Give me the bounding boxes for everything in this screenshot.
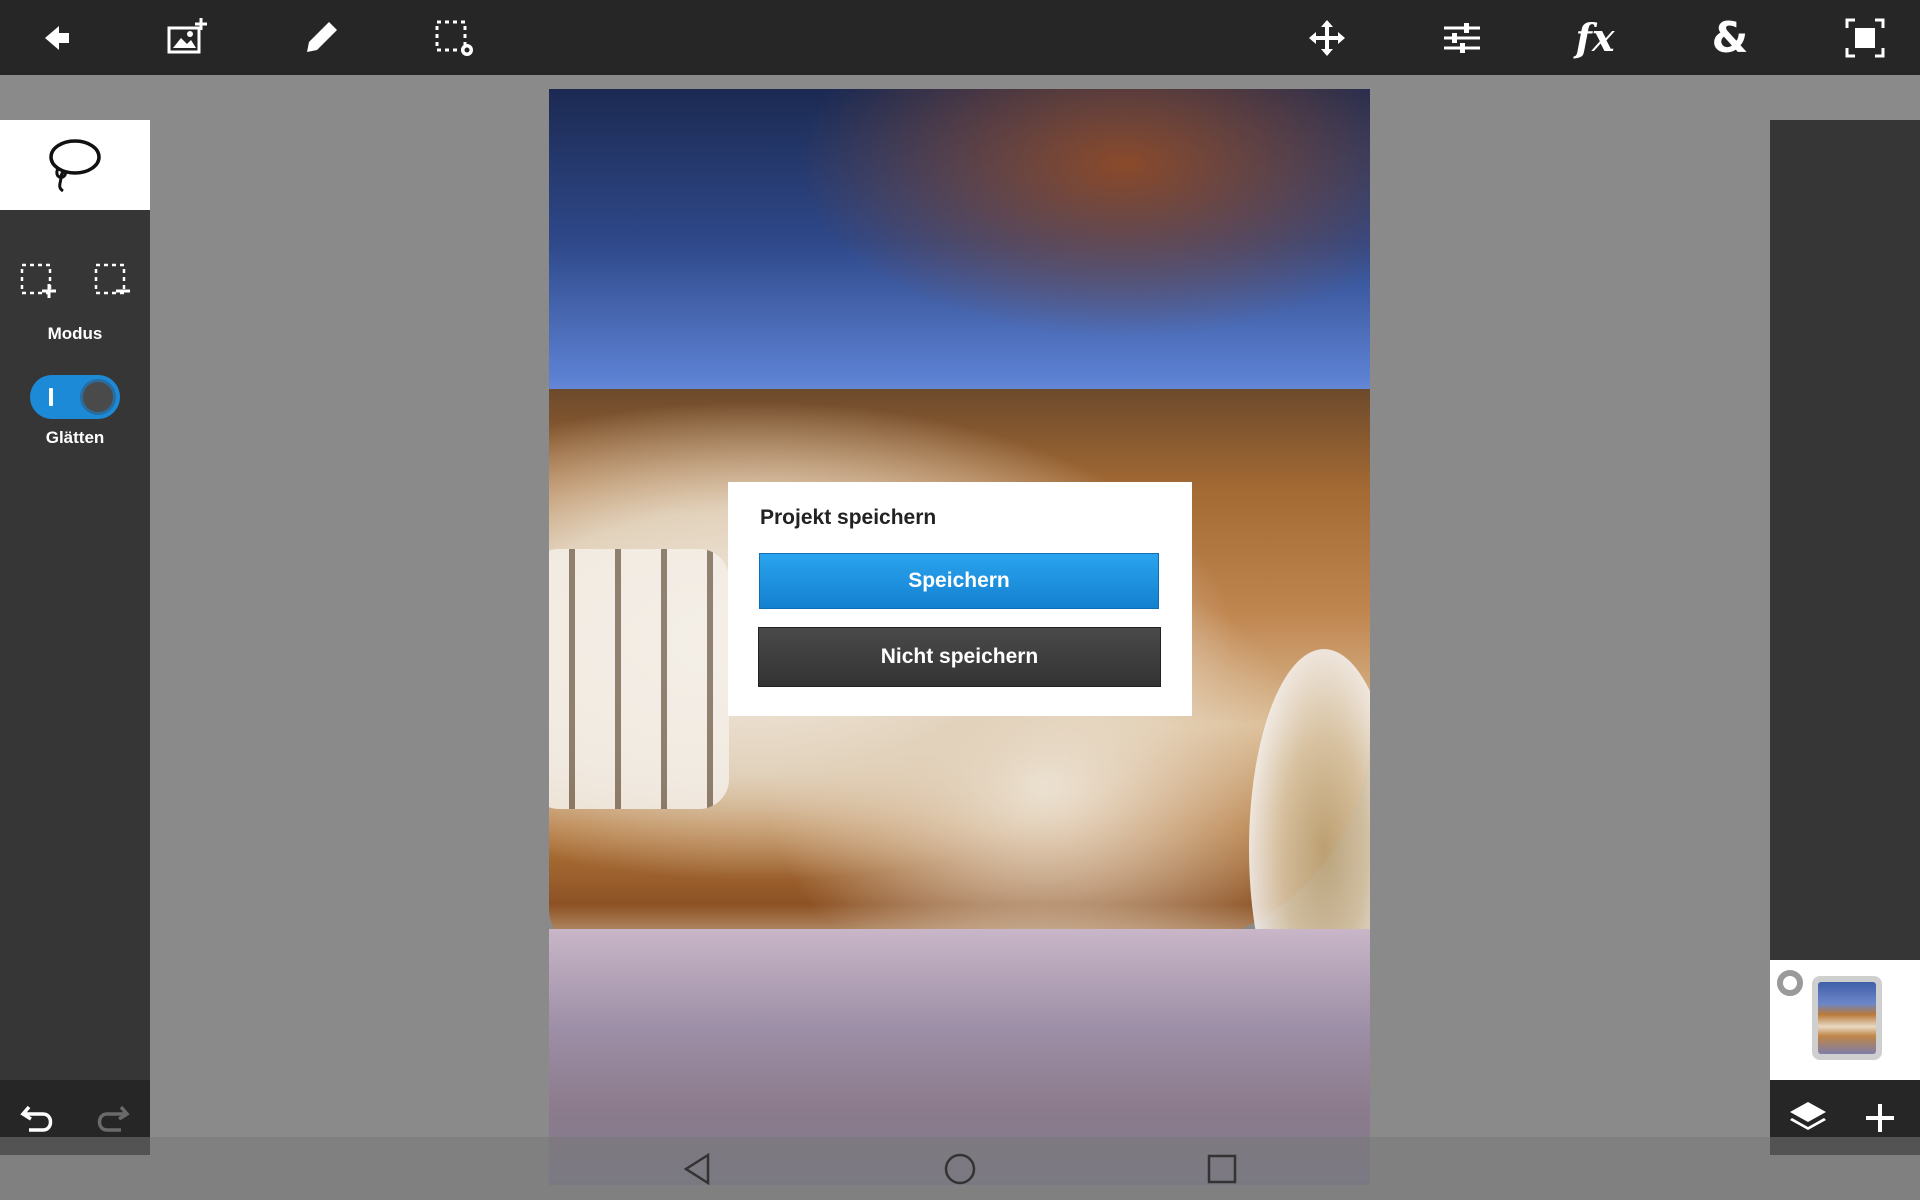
blend-icon: & — [1711, 13, 1749, 62]
move-button[interactable] — [1272, 0, 1382, 75]
fx-button[interactable]: fx — [1540, 0, 1650, 75]
brush-icon — [307, 21, 337, 52]
add-selection-icon — [20, 263, 56, 298]
nav-recents-button[interactable] — [1192, 1147, 1252, 1191]
add-selection-button[interactable] — [14, 255, 64, 305]
back-button[interactable] — [0, 0, 110, 75]
nav-home-button[interactable] — [930, 1147, 990, 1191]
system-navigation-bar — [0, 1137, 1920, 1200]
crop-button[interactable] — [1810, 0, 1920, 75]
plus-icon — [1866, 1104, 1894, 1132]
redo-icon — [97, 1105, 130, 1132]
move-icon — [1309, 19, 1345, 56]
selection-settings-button[interactable] — [400, 0, 510, 75]
layer-item[interactable] — [1770, 960, 1920, 1080]
dialog-title: Projekt speichern — [760, 506, 937, 529]
recents-square-icon — [1207, 1154, 1237, 1184]
adjustments-icon — [1444, 22, 1480, 53]
add-image-button[interactable] — [132, 0, 242, 75]
top-toolbar: fx & — [0, 0, 1920, 75]
redo-button[interactable] — [88, 1094, 134, 1140]
dont-save-button[interactable]: Nicht speichern — [758, 627, 1161, 687]
blend-button[interactable]: & — [1675, 0, 1785, 75]
adjustments-button[interactable] — [1407, 0, 1517, 75]
layers-panel — [1770, 120, 1920, 1155]
nav-back-button[interactable] — [668, 1147, 728, 1191]
smooth-label: Glätten — [45, 428, 105, 447]
undo-button[interactable] — [16, 1094, 62, 1140]
layers-icon — [1790, 1102, 1826, 1130]
tool-options-panel: Modus Glätten — [0, 120, 150, 1155]
add-image-icon — [167, 17, 207, 53]
subtract-selection-icon — [94, 263, 130, 295]
crop-icon — [1845, 18, 1885, 57]
back-arrow-icon — [45, 25, 69, 50]
subtract-selection-button[interactable] — [88, 255, 138, 305]
lasso-tool-tab[interactable] — [0, 120, 150, 210]
smooth-toggle[interactable] — [30, 375, 120, 419]
layer-thumbnail — [1812, 976, 1882, 1060]
toggle-on-indicator — [49, 388, 53, 406]
save-button[interactable]: Speichern — [759, 553, 1159, 609]
canvas-grille-region — [549, 549, 729, 809]
brush-button[interactable] — [266, 0, 376, 75]
save-project-dialog: Projekt speichern Speichern Nicht speich… — [728, 482, 1192, 716]
mode-label: Modus — [47, 324, 103, 343]
mode-buttons — [0, 255, 150, 305]
fx-icon: fx — [1575, 15, 1615, 60]
back-triangle-icon — [683, 1152, 710, 1186]
layer-visibility-radio[interactable] — [1777, 970, 1803, 996]
undo-icon — [20, 1105, 53, 1132]
home-circle-icon — [944, 1153, 976, 1185]
lasso-icon — [49, 139, 101, 193]
selection-settings-icon — [435, 20, 473, 56]
toggle-knob — [80, 379, 116, 415]
